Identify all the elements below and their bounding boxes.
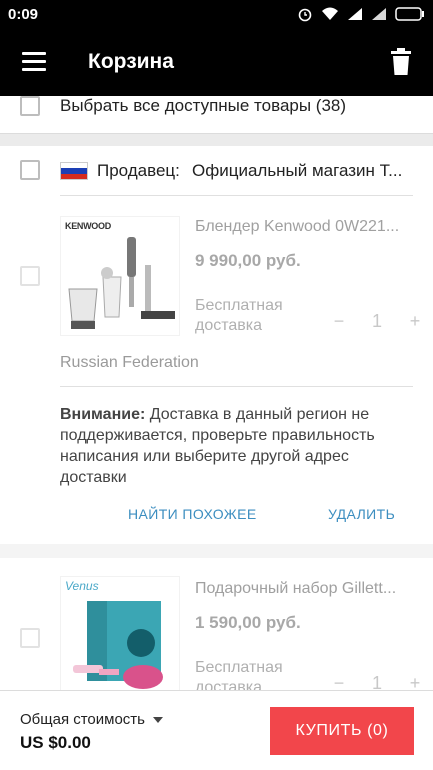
section-gap xyxy=(0,544,433,558)
quantity-value: 1 xyxy=(371,311,382,331)
select-all-row[interactable]: Выбрать все доступные товары (38) xyxy=(0,96,433,134)
wifi-icon xyxy=(322,7,338,20)
brand-logo-text: KENWOOD xyxy=(65,221,111,231)
cart-item: Venus Подарочный набор Gillett... 1 590,… xyxy=(0,558,433,708)
blender-image xyxy=(68,237,175,329)
total-value: US $0.00 xyxy=(20,733,91,752)
select-all-checkbox[interactable] xyxy=(20,96,40,116)
cart-item: KENWOOD Блендер Kenwood 0W221... 9 990,0… xyxy=(0,196,433,386)
product-price: 1 590,00 руб. xyxy=(195,613,301,632)
find-similar-button[interactable]: НАЙТИ ПОХОЖЕЕ xyxy=(128,506,257,522)
region-label: Russian Federation xyxy=(60,354,199,371)
status-time: 0:09 xyxy=(8,6,39,23)
buy-button[interactable]: КУПИТЬ (0) xyxy=(270,707,414,755)
product-name[interactable]: Блендер Kenwood 0W221... xyxy=(195,218,410,236)
seller-row: Продавец: Официальный магазин Т... xyxy=(0,146,433,196)
decrement-button[interactable]: − xyxy=(320,311,358,332)
product-shipping: Бесплатная доставка xyxy=(195,297,283,334)
status-bar: 0:09 xyxy=(0,0,433,30)
divider xyxy=(60,386,413,387)
signal-icon xyxy=(348,8,362,20)
menu-icon[interactable] xyxy=(22,52,46,72)
product-name[interactable]: Подарочный набор Gillett... xyxy=(195,580,410,598)
product-image-blender[interactable]: KENWOOD xyxy=(60,216,180,336)
seller-label: Продавец: xyxy=(97,161,180,180)
total-label: Общая стоимость xyxy=(20,711,145,728)
product-price: 9 990,00 руб. xyxy=(195,251,301,270)
checkout-bar: Общая стоимость US $0.00 КУПИТЬ (0) xyxy=(0,690,433,770)
page-title: Корзина xyxy=(88,50,174,73)
delete-button[interactable]: УДАЛИТЬ xyxy=(328,506,395,522)
signal-2-icon xyxy=(372,8,386,20)
seller-checkbox[interactable] xyxy=(20,160,40,180)
product-image-gillette[interactable]: Venus xyxy=(60,576,180,696)
seller-name[interactable]: Официальный магазин Т... xyxy=(192,161,417,181)
item-checkbox[interactable] xyxy=(20,628,40,648)
warning-title: Внимание: xyxy=(60,406,146,423)
brand-logo-text: Venus xyxy=(65,579,99,593)
battery-icon xyxy=(395,7,424,21)
select-all-label: Выбрать все доступные товары (38) xyxy=(60,96,347,115)
gift-box-image xyxy=(73,601,163,689)
app-bar: Корзина xyxy=(0,30,433,96)
caret-down-icon xyxy=(153,717,164,723)
delivery-warning: Внимание: Доставка в данный регион не по… xyxy=(60,404,405,488)
item-checkbox[interactable] xyxy=(20,266,40,286)
trash-icon[interactable] xyxy=(389,48,413,76)
seller-group: Продавец: Официальный магазин Т... KENWO… xyxy=(0,146,433,706)
quantity-stepper: − 1 + xyxy=(320,311,433,332)
status-icons xyxy=(297,6,425,22)
increment-button[interactable]: + xyxy=(396,311,433,332)
total-dropdown[interactable]: Общая стоимость xyxy=(20,711,164,728)
alarm-icon xyxy=(298,8,312,22)
russia-flag-icon xyxy=(60,162,88,180)
